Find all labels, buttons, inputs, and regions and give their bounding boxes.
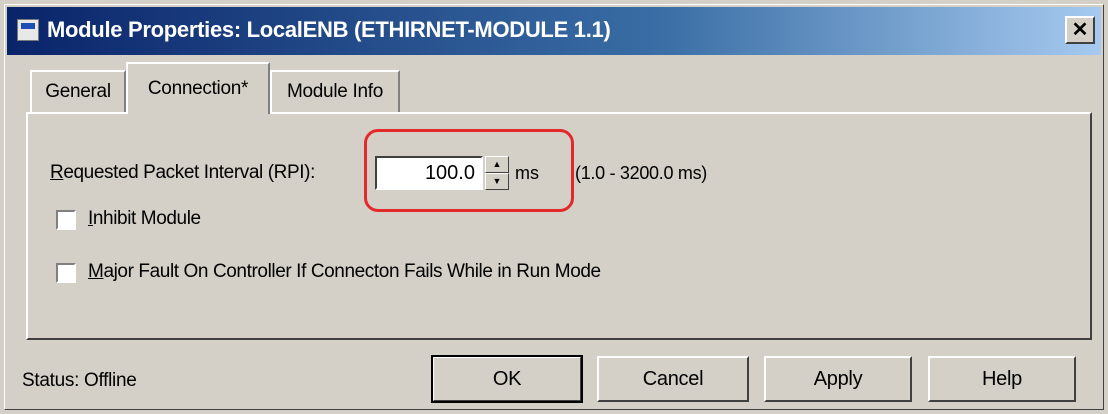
apply-button[interactable]: Apply	[764, 356, 912, 402]
tab-general-label: General	[45, 81, 111, 102]
cancel-button[interactable]: Cancel	[597, 356, 749, 402]
tab-connection-label: Connection*	[147, 78, 249, 99]
rpi-label: Requested Packet Interval (RPI):	[50, 162, 315, 184]
help-button[interactable]: Help	[928, 356, 1076, 402]
close-icon: ✕	[1071, 19, 1089, 41]
close-button[interactable]: ✕	[1065, 16, 1095, 44]
inhibit-label-text: nhibit Module	[92, 208, 201, 229]
tab-module-info[interactable]: Module Info	[270, 70, 400, 112]
rpi-highlight-annotation	[364, 129, 574, 212]
inhibit-module-label[interactable]: Inhibit Module	[88, 208, 201, 230]
major-fault-label[interactable]: Major Fault On Controller If Connecton F…	[88, 261, 601, 283]
inhibit-module-checkbox[interactable]	[56, 210, 76, 230]
rpi-label-mnemonic: R	[50, 162, 64, 183]
rpi-label-text: equested Packet Interval (RPI):	[63, 162, 315, 183]
status-text: Status: Offline	[22, 370, 137, 391]
tab-general[interactable]: General	[30, 70, 126, 112]
window-title: Module Properties: LocalENB (ETHIRNET-MO…	[47, 17, 611, 42]
major-fault-label-text: ajor Fault On Controller If Connecton Fa…	[103, 261, 601, 282]
major-fault-mnemonic: M	[88, 261, 104, 282]
tab-module-info-label: Module Info	[287, 81, 383, 102]
tab-connection[interactable]: Connection*	[126, 62, 270, 114]
rpi-range: (1.0 - 3200.0 ms)	[575, 163, 707, 183]
ok-button[interactable]: OK	[431, 355, 583, 403]
title-bar[interactable]: Module Properties: LocalENB (ETHIRNET-MO…	[7, 7, 1101, 55]
major-fault-checkbox[interactable]	[56, 263, 76, 283]
window-icon	[17, 19, 39, 41]
